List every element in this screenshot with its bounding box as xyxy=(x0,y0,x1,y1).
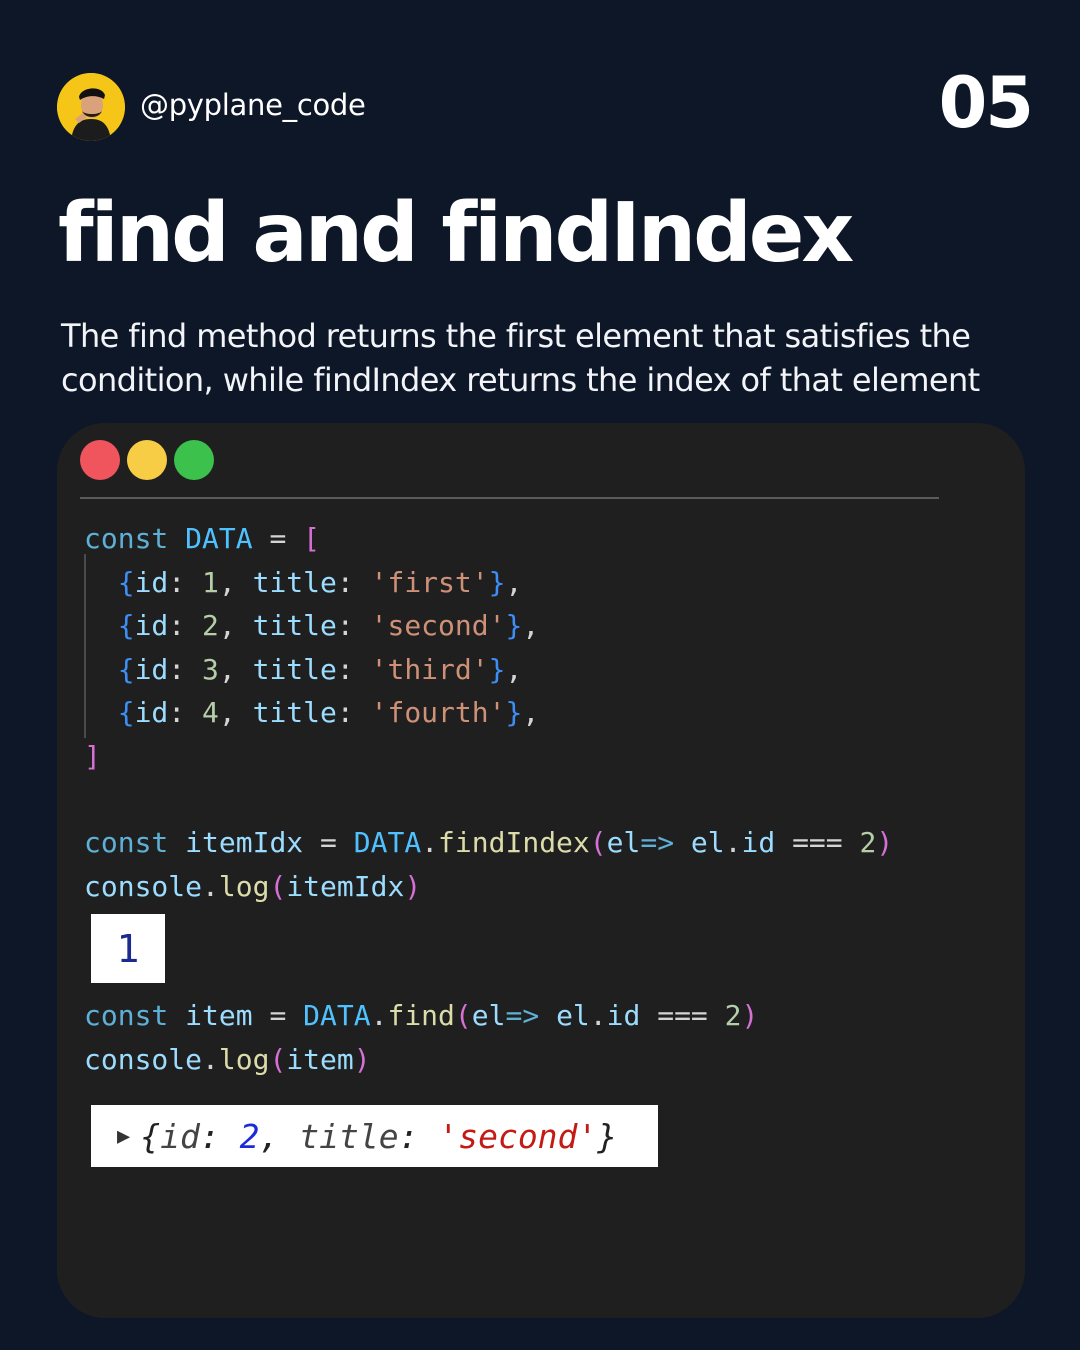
code-line: {id: 2, title: 'second'}, xyxy=(117,609,540,643)
console-output-object: ▶{id: 2, title: 'second'} xyxy=(91,1105,658,1167)
minimize-window-dot[interactable] xyxy=(127,440,167,480)
code-line: const itemIdx = DATA.findIndex(el=> el.i… xyxy=(84,826,894,859)
description-text: The find method returns the first elemen… xyxy=(61,317,980,399)
developer-avatar-icon xyxy=(57,73,125,141)
code-line: console.log(item) xyxy=(84,1042,371,1076)
code-block-find: const item = DATA.find(el=> el.id === 2)… xyxy=(84,994,758,1081)
maximize-window-dot[interactable] xyxy=(174,440,214,480)
account-handle: @pyplane_code xyxy=(140,88,366,122)
code-line: {id: 3, title: 'third'}, xyxy=(117,652,523,686)
console-output-index: 1 xyxy=(91,914,165,983)
code-block-data: const DATA = [ {id: 1, title: 'first'}, … xyxy=(84,517,539,779)
code-line: {id: 4, title: 'fourth'}, xyxy=(117,696,540,730)
code-line: const item = DATA.find(el=> el.id === 2) xyxy=(84,999,759,1032)
code-block-findindex: const itemIdx = DATA.findIndex(el=> el.i… xyxy=(84,821,893,908)
slide-number: 05 xyxy=(938,62,1034,144)
expand-triangle-icon[interactable]: ▶ xyxy=(117,1124,130,1149)
editor-divider xyxy=(80,497,939,499)
avatar xyxy=(57,73,125,141)
code-line: console.log(itemIdx) xyxy=(84,869,422,903)
code-line: {id: 1, title: 'first'}, xyxy=(117,565,523,599)
code-line: const DATA = [ xyxy=(84,522,321,555)
code-editor-window: const DATA = [ {id: 1, title: 'first'}, … xyxy=(57,423,1025,1318)
close-window-dot[interactable] xyxy=(80,440,120,480)
page-title: find and findIndex xyxy=(58,186,854,281)
code-line: ] xyxy=(84,739,101,773)
